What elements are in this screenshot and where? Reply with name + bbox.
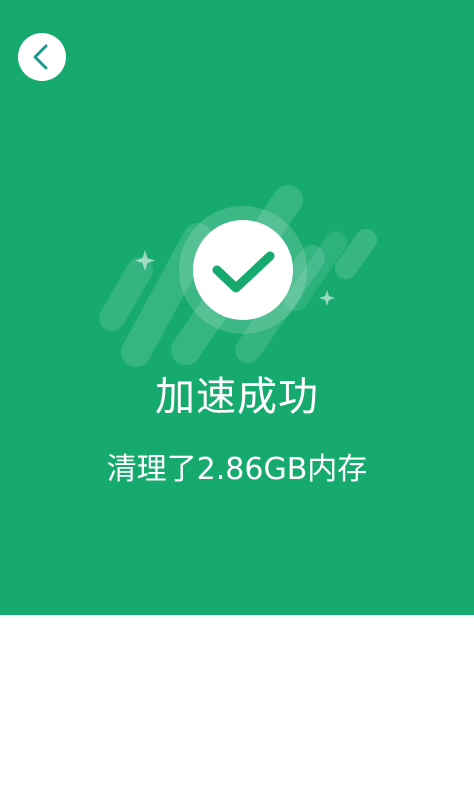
- bottom-content-area: [0, 615, 474, 794]
- success-illustration: [99, 185, 377, 367]
- result-message: 清理了2.86GB内存: [106, 452, 368, 487]
- success-badge: [193, 220, 293, 320]
- boost-result-screen: 加速成功 清理了2.86GB内存: [0, 0, 474, 794]
- result-title: 加速成功: [155, 374, 319, 420]
- sparkle-icon: [319, 290, 335, 306]
- result-hero-panel: 加速成功 清理了2.86GB内存: [0, 0, 474, 615]
